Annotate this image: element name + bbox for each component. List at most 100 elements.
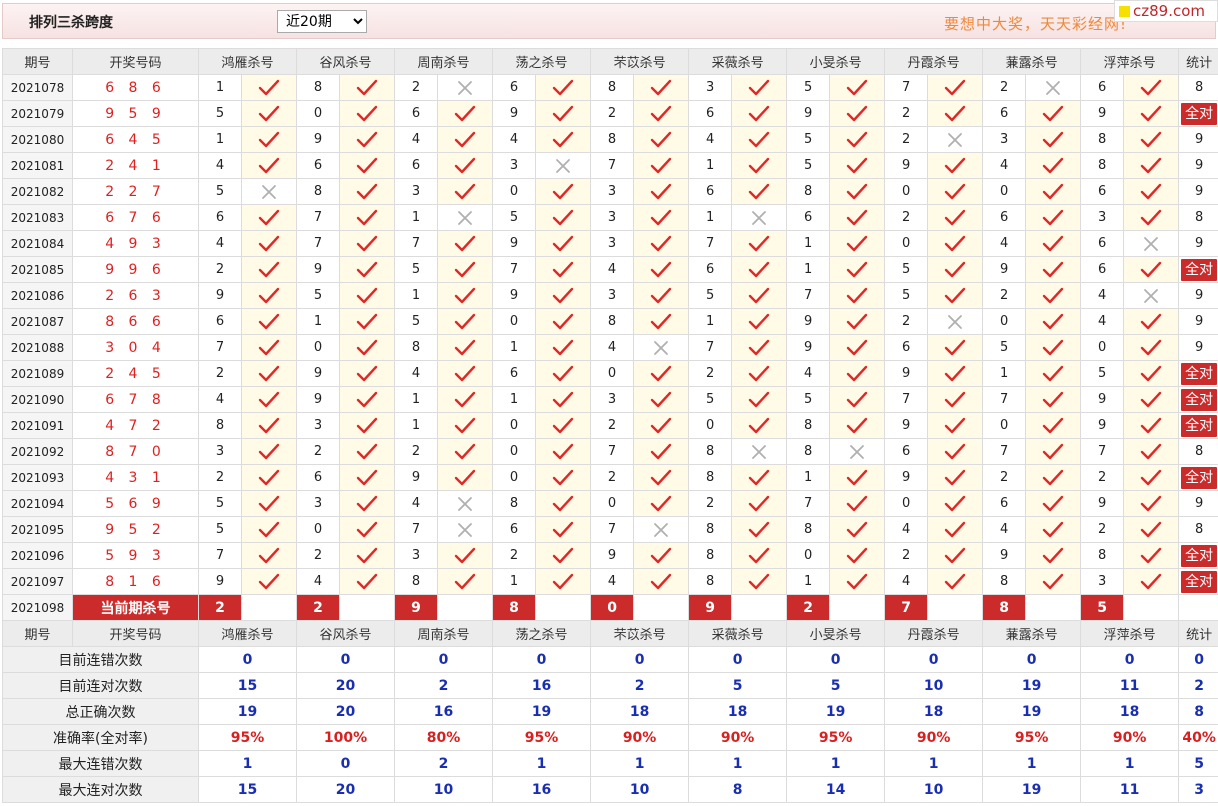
header-expert: 谷风杀号 <box>296 620 396 647</box>
kill-number: 2 <box>688 490 733 517</box>
current-kill-number: 9 <box>688 594 733 621</box>
period-select[interactable]: 近20期 <box>277 10 367 33</box>
check-icon <box>731 542 788 569</box>
check-icon <box>1025 334 1082 361</box>
row-stat: 全对 <box>1178 412 1218 439</box>
kill-number: 8 <box>590 126 635 153</box>
check-icon <box>731 100 788 127</box>
header-expert: 浮萍杀号 <box>1080 620 1180 647</box>
draw-numbers: 2 6 3 <box>72 282 199 309</box>
current-stat-blank <box>1178 594 1218 621</box>
summary-label: 总正确次数 <box>2 698 199 725</box>
check-icon <box>731 230 788 257</box>
summary-label: 最大连对次数 <box>2 776 199 803</box>
current-kill-number: 2 <box>198 594 242 621</box>
check-icon <box>1025 568 1082 595</box>
all-correct-badge: 全对 <box>1181 544 1218 567</box>
all-correct-badge: 全对 <box>1181 362 1218 385</box>
check-icon <box>731 516 788 543</box>
summary-value: 18 <box>884 698 984 725</box>
summary-value: 0 <box>1080 646 1180 673</box>
kill-number: 6 <box>688 256 733 283</box>
current-kill-number: 8 <box>492 594 537 621</box>
kill-number: 4 <box>394 126 439 153</box>
kill-number: 9 <box>198 568 242 595</box>
kill-number: 8 <box>590 74 635 101</box>
kill-number: 0 <box>982 178 1027 205</box>
kill-number: 0 <box>492 412 537 439</box>
kill-number: 1 <box>394 204 439 231</box>
check-icon <box>240 282 298 309</box>
issue-number: 2021096 <box>2 542 73 569</box>
kill-number: 4 <box>688 126 733 153</box>
kill-number: 2 <box>198 256 242 283</box>
kill-number: 7 <box>296 230 341 257</box>
kill-number: 2 <box>394 74 439 101</box>
check-icon <box>633 282 690 309</box>
issue-number: 2021087 <box>2 308 73 335</box>
summary-value: 90% <box>884 724 984 751</box>
draw-numbers: 4 3 1 <box>72 464 199 491</box>
check-icon <box>535 126 592 153</box>
kill-number: 1 <box>688 152 733 179</box>
summary-value: 0 <box>982 646 1082 673</box>
summary-value: 1 <box>688 750 788 777</box>
kill-number: 3 <box>590 230 635 257</box>
slogan-link[interactable]: 要想中大奖，天天彩经网! <box>944 13 1127 34</box>
issue-number: 2021081 <box>2 152 73 179</box>
check-icon <box>437 282 494 309</box>
cross-icon <box>535 152 592 179</box>
summary-stat: 5 <box>1178 750 1218 777</box>
kill-number: 2 <box>884 100 929 127</box>
summary-value: 90% <box>688 724 788 751</box>
kill-number: 7 <box>394 230 439 257</box>
kill-number: 1 <box>394 412 439 439</box>
kill-number: 9 <box>982 256 1027 283</box>
kill-number: 6 <box>688 178 733 205</box>
summary-stat: 8 <box>1178 698 1218 725</box>
current-kill-blank <box>1123 594 1180 621</box>
check-icon <box>339 542 396 569</box>
kill-number: 9 <box>786 308 831 335</box>
kill-number: 5 <box>1080 360 1125 387</box>
brand-logo[interactable]: cz89.com <box>1114 0 1218 22</box>
current-kill-blank <box>339 594 396 621</box>
header-draw: 开奖号码 <box>72 620 199 647</box>
current-kill-number: 5 <box>1080 594 1125 621</box>
check-icon <box>1025 178 1082 205</box>
check-icon <box>535 412 592 439</box>
check-icon <box>535 204 592 231</box>
summary-value: 0 <box>492 646 592 673</box>
check-icon <box>731 360 788 387</box>
row-stat: 8 <box>1178 204 1218 231</box>
summary-value: 2 <box>590 672 690 699</box>
kill-number: 2 <box>982 282 1027 309</box>
check-icon <box>731 308 788 335</box>
kill-number: 0 <box>1080 334 1125 361</box>
check-icon <box>535 178 592 205</box>
kill-number: 9 <box>394 464 439 491</box>
kill-number: 9 <box>492 282 537 309</box>
draw-numbers: 2 4 1 <box>72 152 199 179</box>
summary-value: 8 <box>688 776 788 803</box>
current-kill-blank <box>437 594 494 621</box>
kill-number: 6 <box>1080 178 1125 205</box>
summary-value: 0 <box>786 646 886 673</box>
summary-value: 15 <box>197 776 298 803</box>
kill-number: 0 <box>884 490 929 517</box>
check-icon <box>437 386 494 413</box>
summary-label: 准确率(全对率) <box>2 724 199 751</box>
top-bar: 排列三杀跨度 近20期 要想中大奖，天天彩经网! <box>2 3 1216 39</box>
kill-number: 4 <box>884 568 929 595</box>
header-stat: 统计 <box>1178 620 1218 647</box>
summary-value: 19 <box>492 698 592 725</box>
check-icon <box>1123 178 1180 205</box>
issue-number: 2021095 <box>2 516 73 543</box>
kill-number: 5 <box>688 282 733 309</box>
kill-number: 6 <box>198 308 242 335</box>
issue-number: 2021089 <box>2 360 73 387</box>
kill-number: 7 <box>884 386 929 413</box>
check-icon <box>829 178 886 205</box>
table-header-row: 期号 开奖号码 鸿雁杀号 谷风杀号 周南杀号 荡之杀号 芣苡杀号 采薇杀号 小旻杀号 丹霞杀号 蒹露… <box>2 620 1218 647</box>
check-icon <box>437 100 494 127</box>
